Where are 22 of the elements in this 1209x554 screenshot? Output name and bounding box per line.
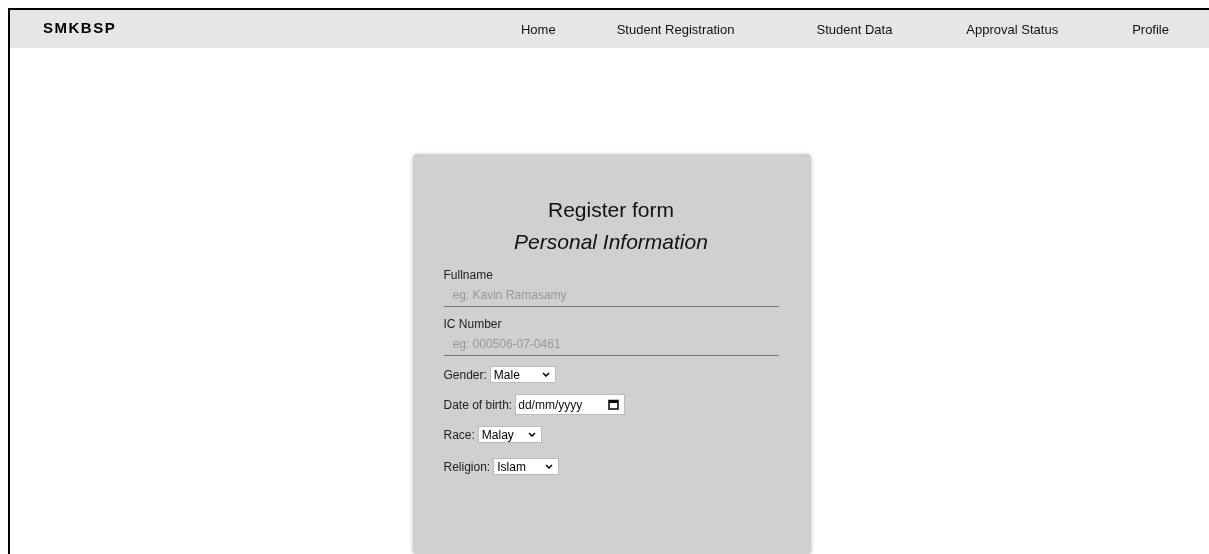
dropdown[interactable]: Islam xyxy=(493,458,560,475)
field-label: Date of birth: xyxy=(443,397,513,412)
section-heading: Personal Information xyxy=(513,230,709,254)
dropdown[interactable]: Male xyxy=(489,366,556,383)
nav-link[interactable]: Student Data xyxy=(816,21,893,37)
field-label: Religion: xyxy=(443,459,491,474)
date-field[interactable]: dd/mm/yyyy xyxy=(515,394,626,415)
field-label: Race: xyxy=(443,427,475,442)
caret-icon xyxy=(541,372,550,377)
nav-link[interactable]: Student Registration xyxy=(616,21,735,37)
nav-link[interactable]: Home xyxy=(521,21,556,37)
field-label: IC Number xyxy=(443,317,503,331)
field-label: Fullname xyxy=(443,268,494,282)
caret-icon xyxy=(545,464,554,469)
nav-link[interactable]: Approval Status xyxy=(966,21,1059,37)
site-logo: SMKBSP xyxy=(43,18,117,36)
nav-link[interactable]: Profile xyxy=(1132,21,1169,37)
dropdown[interactable]: Malay xyxy=(477,426,542,443)
form-title: Register form xyxy=(547,198,675,222)
calendar-icon xyxy=(608,399,620,410)
field-label: Gender: xyxy=(443,367,487,382)
caret-icon xyxy=(527,432,536,437)
